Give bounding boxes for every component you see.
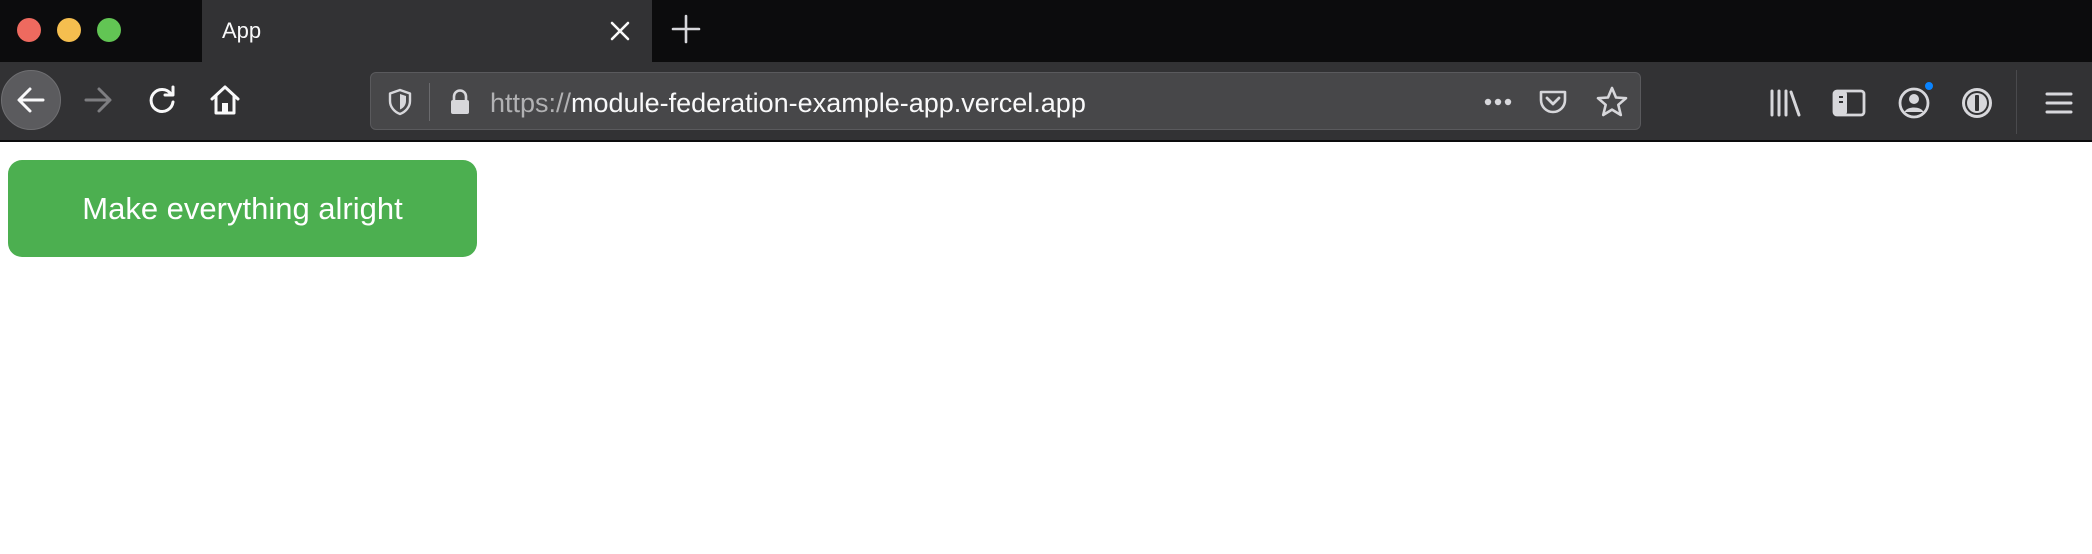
arrow-left-icon (17, 87, 45, 113)
arrow-right-icon (84, 87, 112, 113)
sidebar-icon[interactable] (1830, 84, 1868, 122)
library-icon[interactable] (1766, 84, 1804, 122)
reload-button[interactable] (132, 70, 192, 130)
window-minimize-button[interactable] (57, 18, 81, 42)
url-bar[interactable]: https://module-federation-example-app.ve… (370, 72, 1641, 130)
page-content: Make everything alright (0, 144, 2092, 554)
password-manager-icon[interactable] (1958, 84, 1996, 122)
lock-icon[interactable] (445, 87, 475, 117)
tab-app[interactable]: App (202, 0, 652, 62)
forward-button[interactable] (68, 70, 128, 130)
tab-strip: App (0, 0, 2092, 62)
close-icon[interactable] (604, 15, 636, 47)
home-icon (210, 85, 240, 115)
home-button[interactable] (195, 70, 255, 130)
hamburger-menu-icon[interactable] (2040, 84, 2078, 122)
url-text[interactable]: https://module-federation-example-app.ve… (490, 88, 1086, 118)
url-bar-divider (429, 83, 430, 121)
tab-title: App (222, 18, 262, 43)
star-icon[interactable] (1595, 85, 1629, 119)
window-maximize-button[interactable] (97, 18, 121, 42)
url-host: module-federation-example-app.vercel.app (571, 88, 1086, 118)
notification-dot (1924, 81, 1934, 91)
make-everything-alright-button[interactable]: Make everything alright (8, 160, 477, 257)
toolbar-divider (2016, 70, 2017, 134)
back-button[interactable] (1, 70, 61, 130)
pocket-icon[interactable] (1537, 86, 1569, 118)
window-close-button[interactable] (17, 18, 41, 42)
more-icon[interactable] (1480, 87, 1516, 117)
shield-icon[interactable] (385, 87, 415, 117)
plus-icon[interactable] (668, 11, 704, 47)
reload-icon (149, 85, 175, 113)
navigation-toolbar: https://module-federation-example-app.ve… (0, 62, 2092, 142)
url-scheme: https:// (490, 88, 572, 118)
